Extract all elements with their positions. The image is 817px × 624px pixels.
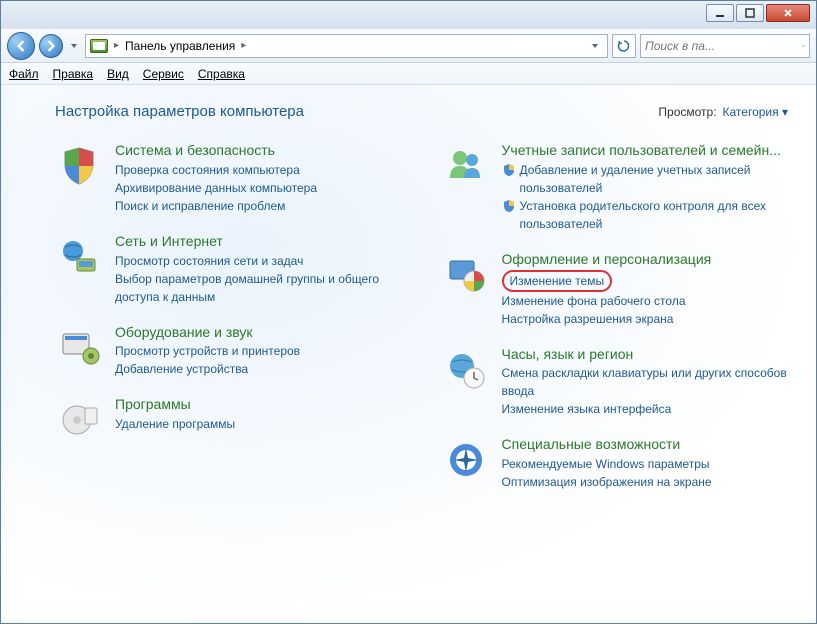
cat-link[interactable]: Выбор параметров домашней группы и общег… bbox=[115, 270, 402, 306]
cat-link[interactable]: Изменение фона рабочего стола bbox=[502, 292, 789, 310]
cat-title[interactable]: Система и безопасность bbox=[115, 142, 402, 159]
network-icon bbox=[55, 233, 103, 281]
nav-history-dropdown[interactable] bbox=[67, 36, 81, 56]
page-title: Настройка параметров компьютера bbox=[55, 103, 304, 120]
cat-title[interactable]: Часы, язык и регион bbox=[502, 346, 789, 363]
breadcrumb-separator[interactable]: ▸ bbox=[241, 40, 246, 51]
cat-network: Сеть и Интернет Просмотр состояния сети … bbox=[55, 233, 402, 306]
cat-appearance: Оформление и персонализация Изменение те… bbox=[442, 251, 789, 328]
clock-region-icon bbox=[442, 346, 490, 394]
maximize-button[interactable] bbox=[736, 4, 764, 22]
cat-clock-region: Часы, язык и регион Смена раскладки клав… bbox=[442, 346, 789, 419]
close-button[interactable] bbox=[766, 4, 810, 22]
menu-view[interactable]: Вид bbox=[107, 67, 129, 81]
cat-link[interactable]: Просмотр состояния сети и задач bbox=[115, 252, 402, 270]
menu-tools[interactable]: Сервис bbox=[143, 67, 184, 81]
forward-button[interactable] bbox=[39, 34, 63, 58]
cat-title[interactable]: Программы bbox=[115, 396, 402, 413]
content-area: Настройка параметров компьютера Просмотр… bbox=[1, 85, 816, 623]
search-box[interactable] bbox=[640, 34, 810, 58]
highlighted-link: Изменение темы bbox=[502, 270, 613, 292]
breadcrumb-separator: ▸ bbox=[114, 40, 119, 51]
accessibility-icon bbox=[442, 436, 490, 484]
cat-link[interactable]: Добавление устройства bbox=[115, 360, 402, 378]
cat-link-change-theme[interactable]: Изменение темы bbox=[510, 274, 605, 288]
cat-title[interactable]: Специальные возможности bbox=[502, 436, 789, 453]
programs-icon bbox=[55, 396, 103, 444]
control-panel-window: ▸ Панель управления ▸ Файл Правка Вид Се… bbox=[0, 0, 817, 624]
uac-shield-icon bbox=[502, 163, 516, 177]
view-by-dropdown[interactable]: Категория ▾ bbox=[723, 105, 788, 119]
content-header: Настройка параметров компьютера Просмотр… bbox=[55, 103, 788, 120]
cat-link[interactable]: Настройка разрешения экрана bbox=[502, 310, 789, 328]
appearance-icon bbox=[442, 251, 490, 299]
cat-hardware: Оборудование и звук Просмотр устройств и… bbox=[55, 324, 402, 379]
cat-title[interactable]: Оформление и персонализация bbox=[502, 251, 789, 268]
cat-link[interactable]: Оптимизация изображения на экране bbox=[502, 473, 789, 491]
back-button[interactable] bbox=[7, 32, 35, 60]
uac-shield-icon bbox=[502, 199, 516, 213]
left-column: Система и безопасность Проверка состояни… bbox=[55, 142, 402, 491]
categories: Система и безопасность Проверка состояни… bbox=[55, 142, 788, 491]
cat-link[interactable]: Изменение языка интерфейса bbox=[502, 400, 789, 418]
right-column: Учетные записи пользователей и семейн...… bbox=[442, 142, 789, 491]
cat-system-security: Система и безопасность Проверка состояни… bbox=[55, 142, 402, 215]
system-security-icon bbox=[55, 142, 103, 190]
nav-toolbar: ▸ Панель управления ▸ bbox=[1, 29, 816, 63]
titlebar bbox=[1, 1, 816, 29]
hardware-icon bbox=[55, 324, 103, 372]
cat-users: Учетные записи пользователей и семейн...… bbox=[442, 142, 789, 233]
cat-link[interactable]: Удаление программы bbox=[115, 415, 402, 433]
cat-link[interactable]: Проверка состояния компьютера bbox=[115, 161, 402, 179]
cat-programs: Программы Удаление программы bbox=[55, 396, 402, 444]
cat-title[interactable]: Сеть и Интернет bbox=[115, 233, 402, 250]
menu-edit[interactable]: Правка bbox=[53, 67, 94, 81]
cat-link[interactable]: Установка родительского контроля для все… bbox=[520, 197, 789, 233]
minimize-button[interactable] bbox=[706, 4, 734, 22]
search-input[interactable] bbox=[645, 39, 802, 53]
address-dropdown[interactable] bbox=[587, 42, 603, 50]
breadcrumb-location[interactable]: Панель управления bbox=[125, 39, 235, 53]
cat-accessibility: Специальные возможности Рекомендуемые Wi… bbox=[442, 436, 789, 491]
search-icon bbox=[802, 39, 805, 53]
view-by-label: Просмотр: bbox=[658, 105, 716, 119]
address-bar[interactable]: ▸ Панель управления ▸ bbox=[85, 34, 608, 58]
cat-link[interactable]: Смена раскладки клавиатуры или других сп… bbox=[502, 364, 789, 400]
control-panel-icon bbox=[90, 39, 108, 53]
menu-bar: Файл Правка Вид Сервис Справка bbox=[1, 63, 816, 85]
refresh-button[interactable] bbox=[612, 34, 636, 58]
cat-title[interactable]: Оборудование и звук bbox=[115, 324, 402, 341]
menu-file[interactable]: Файл bbox=[9, 67, 39, 81]
users-icon bbox=[442, 142, 490, 190]
view-by: Просмотр: Категория ▾ bbox=[658, 105, 788, 119]
menu-help[interactable]: Справка bbox=[198, 67, 245, 81]
cat-link[interactable]: Рекомендуемые Windows параметры bbox=[502, 455, 789, 473]
cat-link[interactable]: Просмотр устройств и принтеров bbox=[115, 342, 402, 360]
cat-link[interactable]: Архивирование данных компьютера bbox=[115, 179, 402, 197]
cat-link[interactable]: Добавление и удаление учетных записей по… bbox=[520, 161, 789, 197]
cat-link[interactable]: Поиск и исправление проблем bbox=[115, 197, 402, 215]
cat-title[interactable]: Учетные записи пользователей и семейн... bbox=[502, 142, 789, 159]
